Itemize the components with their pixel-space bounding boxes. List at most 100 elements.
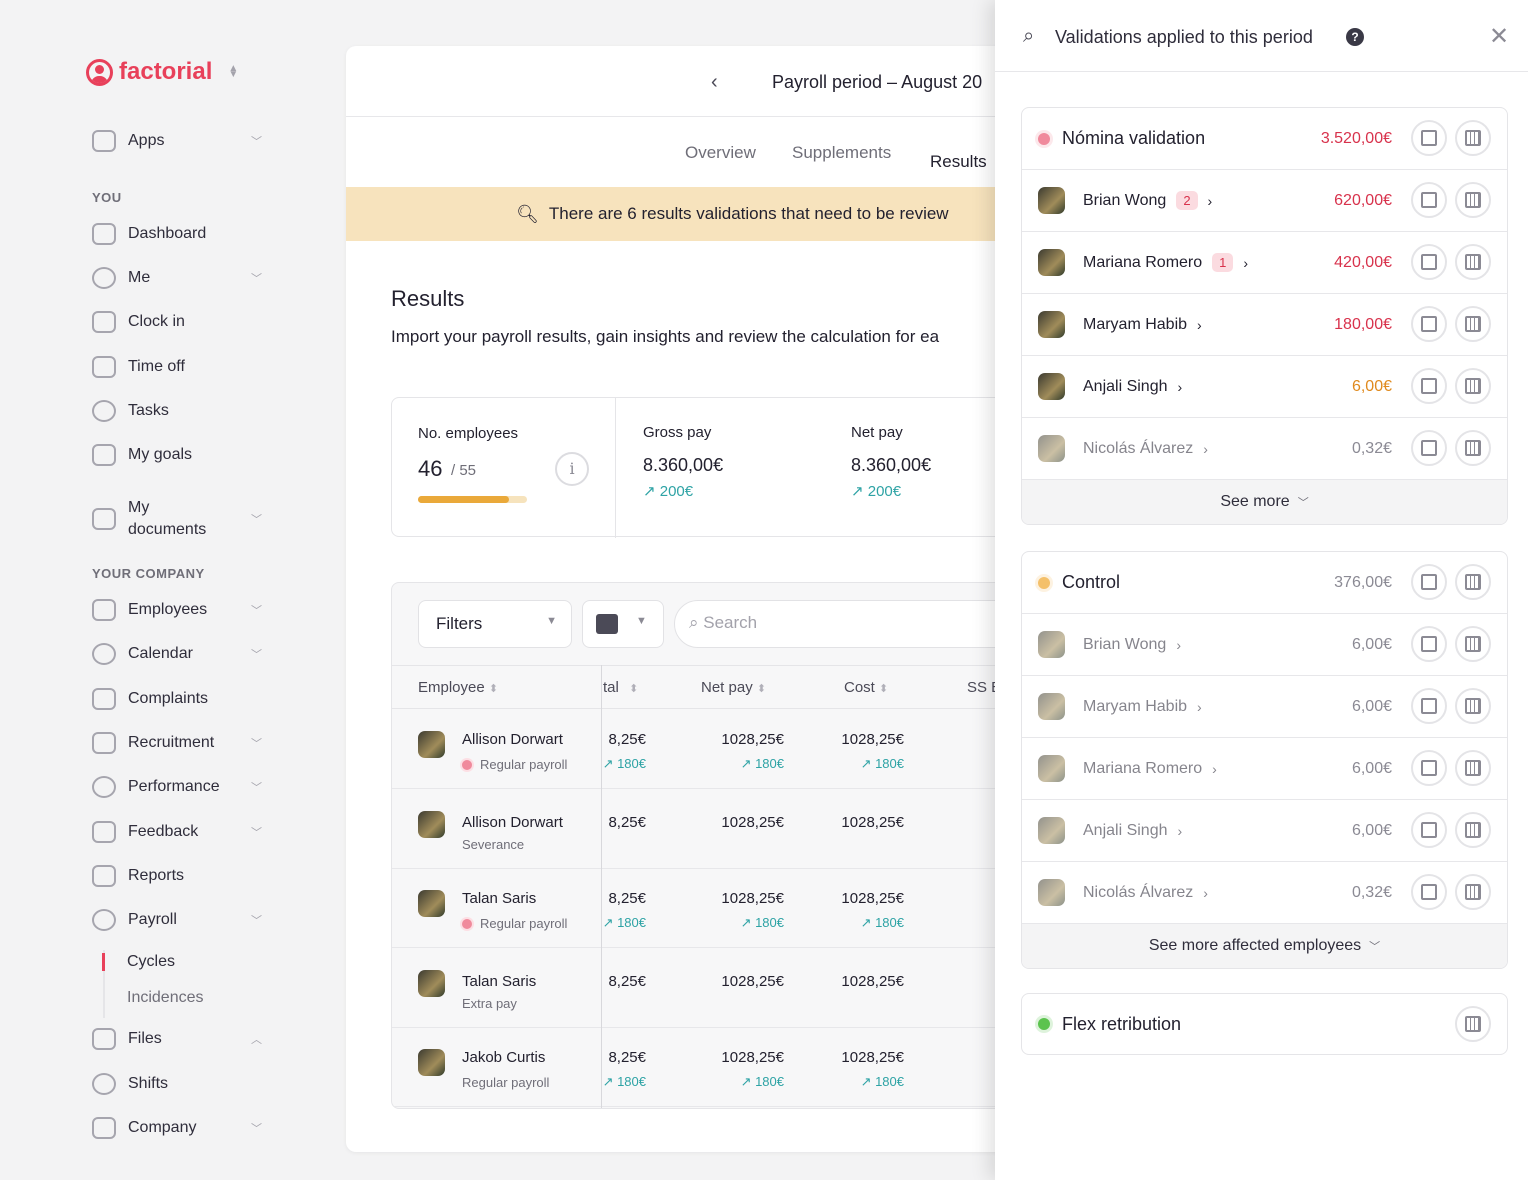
employee-name[interactable]: Talan Saris <box>462 973 536 990</box>
sidebar-item-time-off[interactable]: Time off <box>92 356 262 378</box>
sidebar-item-clock-in[interactable]: Clock in <box>92 311 262 333</box>
sidebar-item-company[interactable]: Company ﹀ <box>92 1117 262 1139</box>
tab-results[interactable]: Results <box>930 152 987 172</box>
chevron-down-icon[interactable]: ﹀ <box>251 735 262 751</box>
employee-name[interactable]: Allison Dorwart <box>462 731 563 748</box>
calculator-button[interactable] <box>1455 182 1491 218</box>
help-icon[interactable]: ? <box>1346 28 1364 46</box>
calculator-button[interactable] <box>1455 120 1491 156</box>
affected-employee-row[interactable]: Mariana Romero › 6,00€ <box>1022 738 1507 800</box>
archive-button[interactable] <box>1411 120 1447 156</box>
affected-employee-row[interactable]: Maryam Habib › 6,00€ <box>1022 676 1507 738</box>
sidebar-item-shifts[interactable]: Shifts <box>92 1072 262 1095</box>
sidebar-item-files[interactable]: Files ︿ <box>92 1028 262 1050</box>
switcher-icon[interactable]: ▲ ▼ <box>228 64 238 80</box>
archive-button[interactable] <box>1411 750 1447 786</box>
affected-employee-row[interactable]: Anjali Singh › 6,00€ <box>1022 356 1507 418</box>
archive-button[interactable] <box>1411 688 1447 724</box>
column-net-pay[interactable]: Net pay ⬍ <box>701 679 766 696</box>
column-total[interactable]: tal ⬍ <box>603 679 638 696</box>
see-more-button[interactable]: See more affected employees ﹀ <box>1022 924 1507 968</box>
chevron-right-icon[interactable]: › <box>1203 885 1208 901</box>
archive-button[interactable] <box>1411 874 1447 910</box>
calculator-button[interactable] <box>1455 812 1491 848</box>
chevron-down-icon[interactable]: ﹀ <box>251 646 262 662</box>
archive-button[interactable] <box>1411 564 1447 600</box>
see-more-button[interactable]: See more ﹀ <box>1022 480 1507 524</box>
calculator-button[interactable] <box>1455 750 1491 786</box>
chevron-right-icon[interactable]: › <box>1212 761 1217 777</box>
table-row[interactable]: Allison Dorwart Regular payroll 8,25€ 1028,… <box>392 709 1070 789</box>
chevron-right-icon[interactable]: › <box>1197 317 1202 333</box>
calculator-button[interactable] <box>1455 1006 1491 1042</box>
column-cost[interactable]: Cost ⬍ <box>844 679 888 696</box>
column-employee[interactable]: Employee ⬍ <box>418 679 498 696</box>
archive-button[interactable] <box>1411 368 1447 404</box>
chevron-down-icon[interactable]: ﹀ <box>251 511 262 527</box>
chevron-up-icon[interactable]: ︿ <box>251 1031 262 1047</box>
affected-employee-row[interactable]: Brian Wong 2 › 620,00€ <box>1022 170 1507 232</box>
chevron-right-icon[interactable]: › <box>1178 823 1183 839</box>
chevron-right-icon[interactable]: › <box>1208 193 1213 209</box>
chevron-right-icon[interactable]: › <box>1203 441 1208 457</box>
table-row[interactable]: Allison Dorwart Severance 8,25€ 1028,25€ 102… <box>392 789 1070 869</box>
affected-employee-row[interactable]: Anjali Singh › 6,00€ <box>1022 800 1507 862</box>
table-row[interactable]: Jakob Curtis Regular payroll 8,25€ 1028,25€… <box>392 1027 1070 1107</box>
sidebar-item-dashboard[interactable]: Dashboard <box>92 223 262 245</box>
chevron-down-icon[interactable]: ﹀ <box>251 602 262 618</box>
archive-button[interactable] <box>1411 626 1447 662</box>
chevron-right-icon[interactable]: › <box>1197 699 1202 715</box>
affected-employee-row[interactable]: Brian Wong › 6,00€ <box>1022 614 1507 676</box>
sidebar-item-employees[interactable]: Employees ﹀ <box>92 599 262 621</box>
table-row[interactable]: Talan Saris Regular payroll 8,25€ 1028,25€ 1… <box>392 868 1070 948</box>
sidebar-item-recruitment[interactable]: Recruitment ﹀ <box>92 731 262 754</box>
previous-period-icon[interactable]: ‹ <box>711 71 718 94</box>
chevron-down-icon[interactable]: ﹀ <box>251 270 262 286</box>
archive-button[interactable] <box>1411 812 1447 848</box>
calculator-button[interactable] <box>1455 244 1491 280</box>
view-toggle[interactable]: ▼ <box>582 600 664 648</box>
sidebar-item-tasks[interactable]: Tasks <box>92 400 262 422</box>
factorial-logo[interactable]: factorial ▲ ▼ <box>86 58 238 86</box>
calculator-button[interactable] <box>1455 430 1491 466</box>
employee-name[interactable]: Talan Saris <box>462 890 536 907</box>
group-header[interactable]: Flex retribution <box>1022 994 1507 1054</box>
sidebar-item-calendar[interactable]: Calendar ﹀ <box>92 643 262 666</box>
group-header[interactable]: Control 376,00€ <box>1022 552 1507 614</box>
tab-overview[interactable]: Overview <box>685 143 756 163</box>
group-header[interactable]: Nómina validation 3.520,00€ <box>1022 108 1507 170</box>
chevron-down-icon[interactable]: ﹀ <box>251 824 262 840</box>
employee-name[interactable]: Jakob Curtis <box>462 1049 545 1066</box>
sidebar-item-apps[interactable]: Apps ﹀ <box>92 130 262 152</box>
calculator-button[interactable] <box>1455 874 1491 910</box>
sidebar-subitem-incidences[interactable]: Incidences <box>127 989 204 1007</box>
filters-dropdown[interactable]: Filters ▼ <box>418 600 572 648</box>
archive-button[interactable] <box>1411 430 1447 466</box>
validation-banner[interactable]: 🔍︎ There are 6 results validations that n… <box>346 187 1046 241</box>
calculator-button[interactable] <box>1455 306 1491 342</box>
sidebar-item-my-documents[interactable]: My documents ﹀ <box>92 497 262 541</box>
sidebar-item-performance[interactable]: Performance ﹀ <box>92 776 262 799</box>
calculator-button[interactable] <box>1455 688 1491 724</box>
sidebar-item-complaints[interactable]: Complaints <box>92 687 262 710</box>
employee-name[interactable]: Allison Dorwart <box>462 814 563 831</box>
calculator-button[interactable] <box>1455 368 1491 404</box>
info-icon[interactable]: i <box>555 452 589 486</box>
archive-button[interactable] <box>1411 306 1447 342</box>
chevron-right-icon[interactable]: › <box>1178 379 1183 395</box>
table-row[interactable]: Talan Saris Extra pay 8,25€ 1028,25€ 1028,25… <box>392 948 1070 1028</box>
chevron-right-icon[interactable]: › <box>1176 637 1181 653</box>
affected-employee-row[interactable]: Nicolás Álvarez › 0,32€ <box>1022 418 1507 480</box>
sidebar-item-me[interactable]: Me ﹀ <box>92 267 262 289</box>
calculator-button[interactable] <box>1455 626 1491 662</box>
chevron-down-icon[interactable]: ﹀ <box>251 912 262 928</box>
sidebar-subitem-cycles[interactable]: Cycles <box>127 953 175 971</box>
calculator-button[interactable] <box>1455 564 1491 600</box>
affected-employee-row[interactable]: Maryam Habib › 180,00€ <box>1022 294 1507 356</box>
affected-employee-row[interactable]: Mariana Romero 1 › 420,00€ <box>1022 232 1507 294</box>
chevron-down-icon[interactable]: ﹀ <box>251 779 262 795</box>
chevron-down-icon[interactable]: ﹀ <box>251 1120 262 1136</box>
tab-supplements[interactable]: Supplements <box>792 143 891 163</box>
chevron-down-icon[interactable]: ﹀ <box>251 133 262 149</box>
close-icon[interactable]: ✕ <box>1489 22 1509 51</box>
